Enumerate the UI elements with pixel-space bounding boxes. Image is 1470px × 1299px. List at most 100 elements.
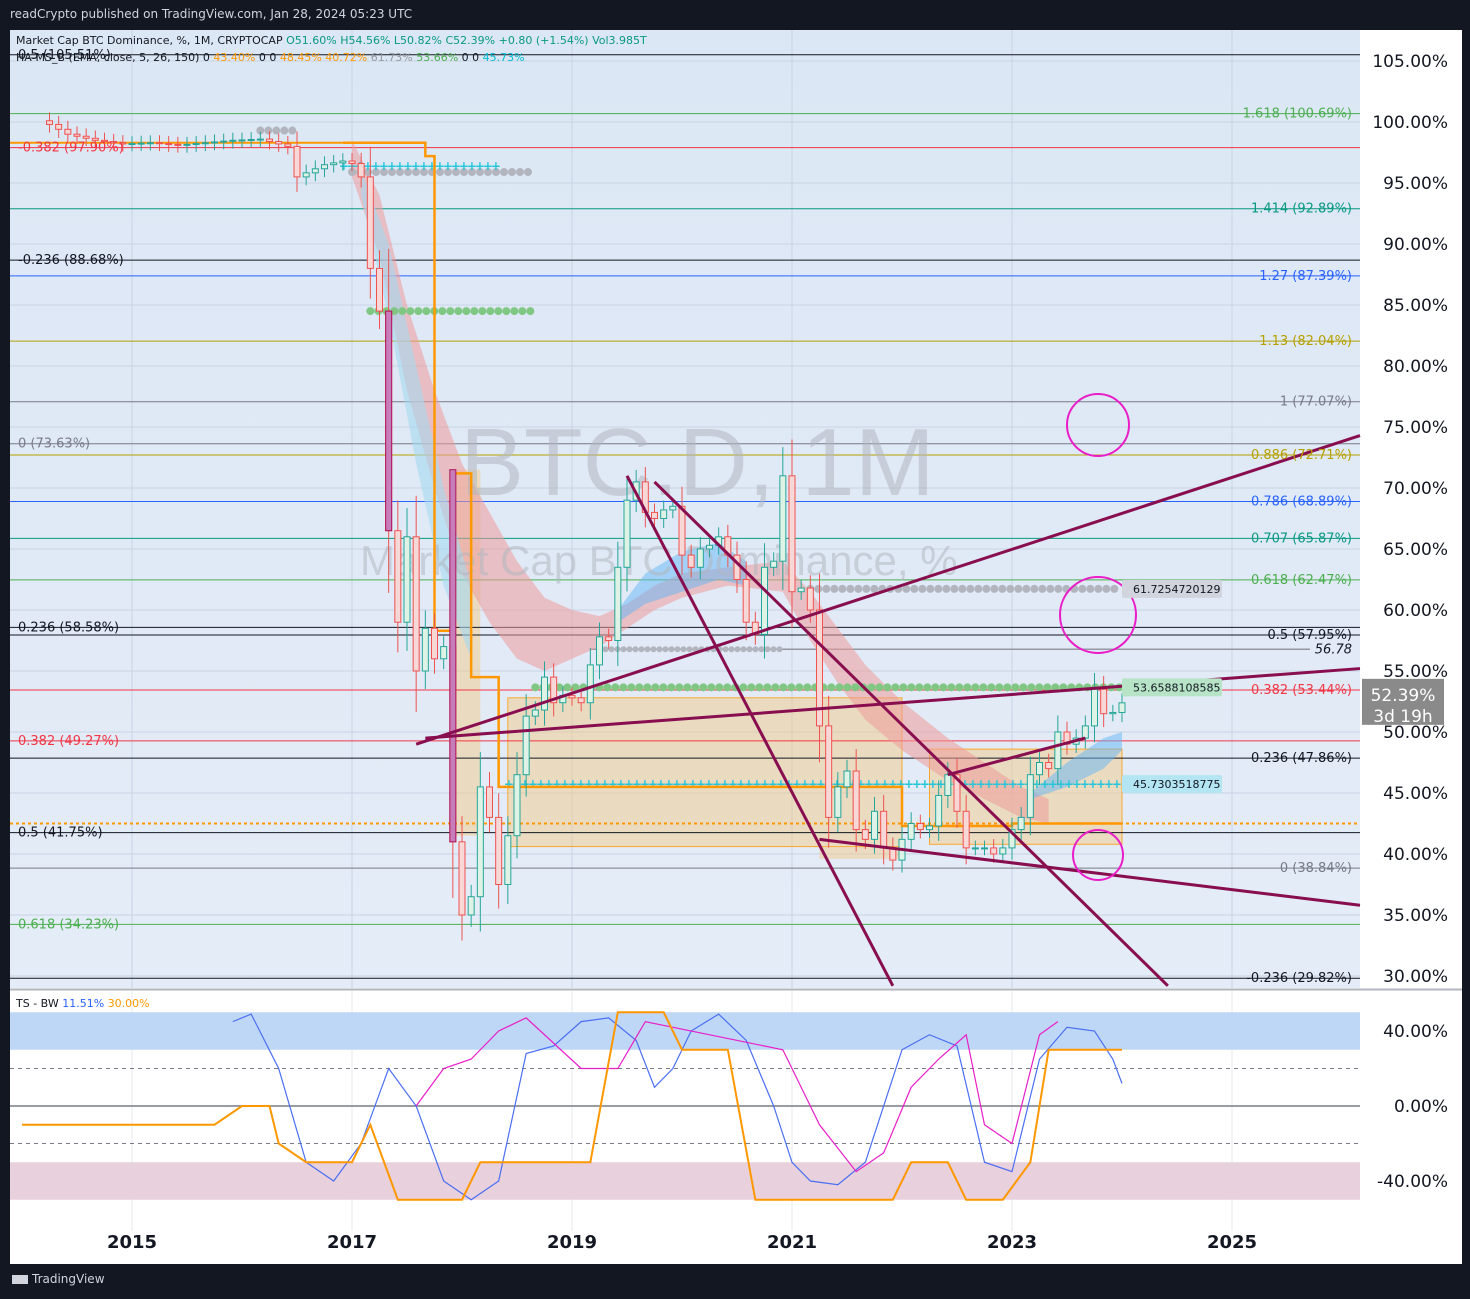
candle-body xyxy=(321,164,328,170)
candle-body xyxy=(128,143,136,146)
level-dot xyxy=(835,683,844,692)
indicator-value: 0 xyxy=(461,51,469,64)
candle-body xyxy=(1100,688,1108,715)
candle-body xyxy=(971,847,979,850)
level-dot xyxy=(728,646,735,653)
level-dot xyxy=(787,683,796,692)
level-dot xyxy=(611,683,620,692)
level-dot xyxy=(926,584,935,593)
level-dot xyxy=(264,126,273,135)
candle-body xyxy=(926,825,933,831)
fib-left-label: -0.236 (88.68%) xyxy=(18,253,124,268)
legend-change: +0.80 (+1.54%) xyxy=(498,34,589,47)
oscillator-lower-zone xyxy=(10,1162,1360,1200)
legend-volume: Vol3.985T xyxy=(592,34,647,47)
level-dot xyxy=(918,584,927,593)
level-dot xyxy=(1019,683,1028,692)
fib-left-label: 0.236 (58.58%) xyxy=(18,620,119,635)
indicator-value: 48.45% xyxy=(279,51,322,64)
candle-body xyxy=(861,829,869,840)
fib-right-label: 0.5 (57.95%) xyxy=(1267,628,1352,643)
price-tick-label: 75.00% xyxy=(1383,418,1448,438)
candle-body xyxy=(238,139,246,142)
level-dot xyxy=(982,584,991,593)
level-dot xyxy=(870,584,879,593)
time-tick-label: 2023 xyxy=(987,1232,1037,1253)
level-dot xyxy=(723,683,732,692)
candle-body xyxy=(302,172,310,178)
level-dot xyxy=(755,683,764,692)
level-dot xyxy=(1022,584,1031,593)
level-dot xyxy=(508,168,516,177)
indicator-value: 0 xyxy=(202,51,210,64)
candle-body xyxy=(73,133,81,137)
level-dot xyxy=(502,307,511,316)
level-dot xyxy=(987,683,996,692)
level-dot xyxy=(632,646,639,653)
level-dot xyxy=(1003,683,1012,692)
tradingview-logo[interactable]: TradingView xyxy=(12,1272,105,1286)
price-tick-label: 35.00% xyxy=(1383,906,1448,926)
level-dot xyxy=(662,646,669,653)
candle-body xyxy=(146,142,154,145)
candle-body xyxy=(1081,725,1089,739)
level-dot xyxy=(803,683,812,692)
level-dot xyxy=(955,683,964,692)
level-tag: 45.7303518775 xyxy=(1133,778,1220,791)
indicator-value: 43.40% xyxy=(213,51,256,64)
level-dot xyxy=(454,307,463,316)
fib-right-label: 0.236 (47.86%) xyxy=(1251,751,1352,766)
oscillator-legend[interactable]: TS - BW 11.51% 30.00% xyxy=(16,997,150,1010)
level-dot xyxy=(1094,584,1103,593)
level-dot xyxy=(715,683,724,692)
candle-body xyxy=(266,138,273,143)
oscillator: 40.00% 0.00% -40.00% xyxy=(10,1011,1448,1201)
indicator-value: 0 xyxy=(472,51,480,64)
level-dot xyxy=(707,683,716,692)
candle-body xyxy=(1091,688,1098,727)
level-dot xyxy=(907,683,916,692)
candle-body xyxy=(311,168,319,174)
level-dot xyxy=(739,683,748,692)
fib-right-label: 0.618 (62.47%) xyxy=(1251,573,1352,588)
level-dot xyxy=(910,584,919,593)
chart-frame[interactable]: BTC.D, 1M Market Cap BTC Dominance, % + +… xyxy=(10,30,1462,1264)
candle-body xyxy=(513,774,521,837)
legend-low: L50.82% xyxy=(393,34,442,47)
time-tick-label: 2021 xyxy=(767,1232,817,1253)
level-dot xyxy=(627,683,636,692)
fib-left-label: 0.382 (49.27%) xyxy=(18,734,119,749)
candle-body xyxy=(64,128,72,135)
level-dot xyxy=(776,646,783,653)
oscillator-title: TS - BW xyxy=(16,997,59,1010)
level-dot xyxy=(923,683,932,692)
candle-body xyxy=(220,140,228,143)
level-dot xyxy=(931,683,940,692)
level-dot xyxy=(838,584,847,593)
fib-left-label: -0.382 (97.90%) xyxy=(18,141,124,156)
candle-body xyxy=(339,160,347,164)
indicator-value: 0 xyxy=(269,51,277,64)
candle-body xyxy=(82,135,90,139)
price-tick-label: 40.00% xyxy=(1383,845,1448,865)
candle-body xyxy=(1109,711,1117,715)
level-dot xyxy=(883,683,892,692)
level-dot xyxy=(771,683,780,692)
indicator-legend[interactable]: HA-MS_B (EMA, close, 5, 26, 150) 0 43.40… xyxy=(16,51,525,64)
level-dot xyxy=(638,646,645,653)
level-dot xyxy=(862,584,871,593)
level-dot xyxy=(531,683,540,692)
candle-body xyxy=(1036,762,1043,776)
level-dot xyxy=(674,646,681,653)
level-dot xyxy=(722,646,729,653)
level-dot xyxy=(675,683,684,692)
candle-body xyxy=(770,560,778,568)
fib-right-label: 0.886 (72.71%) xyxy=(1251,448,1352,463)
candle-body xyxy=(431,627,438,660)
level-dot xyxy=(1006,584,1015,593)
level-dot xyxy=(524,168,532,177)
cross-marker: + xyxy=(1112,777,1122,791)
chart-svg[interactable]: BTC.D, 1M Market Cap BTC Dominance, % + +… xyxy=(10,30,1462,1264)
level-dot xyxy=(650,646,657,653)
level-dot xyxy=(763,683,772,692)
